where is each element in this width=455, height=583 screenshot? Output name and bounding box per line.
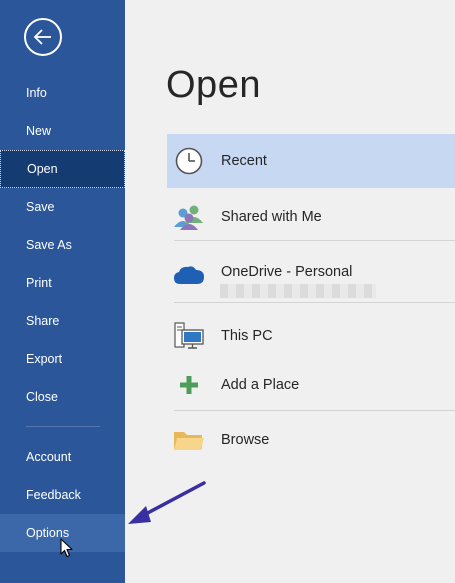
nav-export[interactable]: Export xyxy=(0,340,125,378)
location-label: This PC xyxy=(221,328,273,344)
cloud-icon xyxy=(167,264,211,286)
location-label: Add a Place xyxy=(221,377,300,393)
onedrive-account-redacted xyxy=(220,284,376,298)
location-add-a-place[interactable]: Add a Place xyxy=(167,366,455,404)
people-icon xyxy=(167,203,211,231)
location-recent[interactable]: Recent xyxy=(167,134,455,188)
nav-feedback[interactable]: Feedback xyxy=(0,476,125,514)
backstage-sidebar: Info New Open Save Save As Print Share E… xyxy=(0,0,125,583)
nav-account[interactable]: Account xyxy=(0,438,125,476)
plus-icon xyxy=(167,374,211,396)
back-button[interactable] xyxy=(24,18,62,56)
location-shared-with-me[interactable]: Shared with Me xyxy=(167,197,455,237)
location-label: Shared with Me xyxy=(221,209,322,225)
sidebar-divider xyxy=(26,426,100,427)
nav-info[interactable]: Info xyxy=(0,74,125,112)
location-divider xyxy=(174,410,455,411)
folder-icon xyxy=(167,428,211,452)
nav-new[interactable]: New xyxy=(0,112,125,150)
location-label: Recent xyxy=(221,153,267,169)
mouse-cursor-icon xyxy=(60,538,73,558)
location-this-pc[interactable]: This PC xyxy=(167,317,455,355)
location-label: Browse xyxy=(221,432,270,448)
nav-save[interactable]: Save xyxy=(0,188,125,226)
computer-icon xyxy=(167,321,211,351)
nav-print[interactable]: Print xyxy=(0,264,125,302)
page-title: Open xyxy=(166,64,261,106)
location-divider xyxy=(174,240,455,241)
clock-icon xyxy=(167,146,211,176)
location-label: OneDrive - Personal xyxy=(221,264,353,280)
nav-open[interactable]: Open xyxy=(0,150,125,188)
location-divider xyxy=(174,302,455,303)
back-arrow-icon xyxy=(33,29,51,45)
nav-share[interactable]: Share xyxy=(0,302,125,340)
location-browse[interactable]: Browse xyxy=(167,420,455,460)
nav-close[interactable]: Close xyxy=(0,378,125,416)
nav-save-as[interactable]: Save As xyxy=(0,226,125,264)
